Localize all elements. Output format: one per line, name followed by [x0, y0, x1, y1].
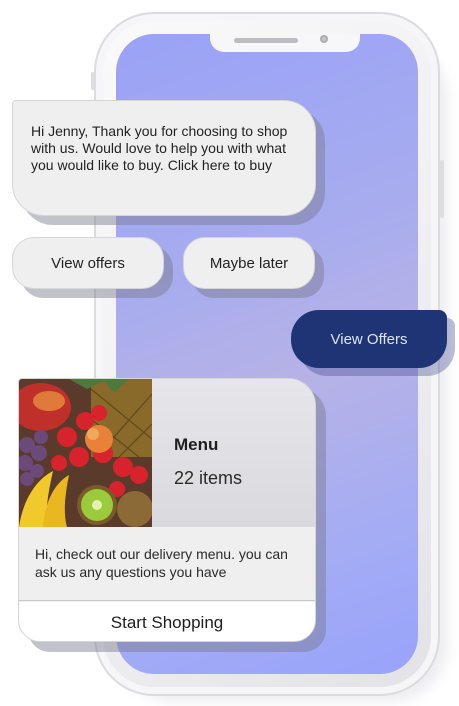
menu-description: Hi, check out our delivery menu. you can…	[19, 527, 315, 601]
view-offers-button[interactable]: View offers	[12, 237, 164, 289]
user-message-text: View Offers	[330, 330, 408, 348]
maybe-later-label: Maybe later	[209, 254, 289, 272]
bot-greeting-text: Hi Jenny, Thank you for choosing to shop…	[31, 123, 288, 173]
camera-icon	[320, 35, 328, 43]
start-shopping-button[interactable]: Start Shopping	[19, 602, 315, 641]
bot-greeting-bubble: Hi Jenny, Thank you for choosing to shop…	[12, 100, 316, 216]
menu-card: Menu 22 items Hi, check out our delivery…	[18, 378, 316, 642]
menu-title: Menu	[174, 435, 219, 454]
menu-description-text: Hi, check out our delivery menu. you can…	[35, 546, 288, 580]
view-offers-label: View offers	[51, 254, 125, 272]
phone-notch	[210, 34, 360, 52]
phone-side-button-left-top	[91, 72, 95, 90]
maybe-later-button[interactable]: Maybe later	[183, 237, 315, 289]
start-shopping-label: Start Shopping	[110, 612, 224, 632]
phone-side-button-right	[440, 160, 444, 218]
user-message-bubble: View Offers	[291, 310, 447, 368]
fruit-image	[19, 379, 152, 527]
menu-item-count: 22 items	[174, 468, 243, 488]
phone-speaker	[234, 38, 298, 43]
